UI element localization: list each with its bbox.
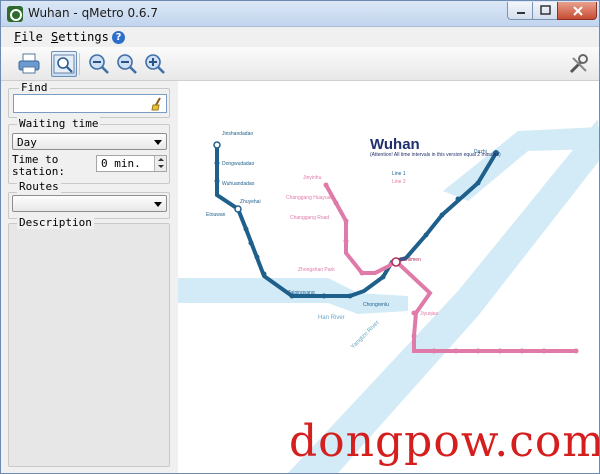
line2-station[interactable] — [475, 348, 481, 354]
station-label: Dongwudadao — [222, 161, 254, 167]
description-group — [8, 223, 170, 467]
station-label: Jinyinhu — [303, 175, 322, 181]
station-label: Zhuyehai — [240, 199, 261, 205]
station-label: Wuhuandadao — [222, 181, 255, 187]
line1-station[interactable] — [248, 240, 254, 246]
title-bar[interactable]: Wuhan - qMetro 0.6.7 — [1, 1, 599, 27]
line1-station[interactable] — [423, 232, 429, 238]
station-label: Etouwan — [206, 212, 226, 218]
station-label: Zhongshan Park — [298, 267, 335, 273]
help-icon[interactable]: ? — [112, 31, 125, 44]
line1-station[interactable] — [234, 205, 242, 213]
station-label: Chongrenlu — [363, 302, 389, 308]
routes-label: Routes — [17, 180, 61, 193]
menu-file-label: ile — [21, 30, 43, 44]
close-button[interactable] — [557, 2, 597, 20]
time-to-station-spinbox[interactable]: 0 min. — [96, 155, 167, 172]
station-label: Jinshandadao — [222, 131, 253, 137]
zoom-fit-icon — [53, 54, 75, 74]
waiting-time-value: Day — [17, 136, 37, 149]
map-title: Wuhan — [370, 136, 420, 153]
line1-station[interactable] — [321, 293, 327, 299]
toolbar — [1, 47, 599, 81]
line1-station[interactable] — [380, 274, 386, 280]
interchange-station[interactable] — [391, 257, 401, 267]
station-label: Jiyuqiao — [420, 311, 439, 317]
description-label: Description — [17, 216, 94, 229]
menu-bar: File Settings ? — [1, 28, 599, 47]
routes-select[interactable] — [12, 195, 167, 212]
watermark-text: dongpow.com — [289, 416, 599, 467]
left-panel: Find Waiting time Day Time to station: 0… — [8, 81, 174, 469]
line1-station[interactable] — [261, 271, 267, 277]
waiting-time-label: Waiting time — [17, 117, 101, 130]
line2-station[interactable] — [343, 238, 349, 244]
settings-tools-button[interactable] — [566, 51, 592, 77]
line2-terminal-station[interactable] — [573, 348, 579, 354]
station-label: Xunlimen — [400, 257, 421, 263]
zoom-in-button[interactable] — [142, 51, 168, 77]
station-label: Taipingyang — [288, 290, 315, 296]
station-label: Changgang Huayuan — [286, 195, 333, 201]
window-title: Wuhan - qMetro 0.6.7 — [28, 6, 158, 20]
chevron-down-icon — [154, 202, 162, 207]
line1-station[interactable] — [214, 160, 220, 166]
time-to-station-value: 0 min. — [101, 157, 141, 170]
line2-station[interactable] — [497, 348, 503, 354]
line1-station[interactable] — [347, 293, 353, 299]
line2-station[interactable] — [453, 348, 459, 354]
line1-station[interactable] — [214, 178, 220, 184]
menu-file[interactable]: File — [14, 30, 43, 44]
app-logo-icon — [7, 6, 23, 22]
minimize-icon — [517, 12, 525, 14]
line1-station[interactable] — [455, 196, 461, 202]
zoom-out-icon — [89, 54, 109, 74]
line2-station[interactable] — [411, 310, 417, 316]
line1-track — [215, 145, 498, 298]
close-icon — [573, 6, 583, 16]
line1-station[interactable] — [475, 180, 481, 186]
settings-tools-icon — [569, 54, 588, 74]
zoom-out-button[interactable] — [86, 51, 112, 77]
waiting-time-select[interactable]: Day — [12, 133, 167, 150]
zoom-minus-button[interactable] — [114, 51, 140, 77]
line1-station[interactable] — [243, 226, 249, 232]
maximize-button[interactable] — [532, 2, 558, 20]
line2-station[interactable] — [359, 270, 365, 276]
line2-station[interactable] — [333, 200, 339, 206]
chevron-down-icon — [154, 140, 162, 145]
line2-station[interactable] — [519, 348, 525, 354]
zoom-minus-icon — [117, 54, 137, 74]
line2-station[interactable] — [323, 182, 329, 188]
line1-station[interactable] — [254, 254, 260, 260]
line2-station[interactable] — [541, 348, 547, 354]
menu-settings[interactable]: Settings — [51, 30, 109, 44]
metro-map-view[interactable]: Jinshandadao Dongwudadao Wuhuandadao Zhu… — [178, 81, 599, 473]
legend-line2: Line 2 — [392, 179, 406, 185]
legend-line1: Line 1 — [392, 171, 406, 177]
clear-broom-icon[interactable] — [151, 97, 163, 111]
line2-station[interactable] — [411, 333, 417, 339]
map-subtitle: (Attention! All time intervals in this v… — [370, 152, 501, 158]
line1-station[interactable] — [439, 212, 445, 218]
app-window: Wuhan - qMetro 0.6.7 File Settings ? Fin… — [0, 0, 600, 474]
spin-down-icon[interactable] — [154, 163, 166, 171]
zoom-in-icon — [145, 54, 165, 74]
print-button[interactable] — [16, 51, 42, 77]
han-river-label: Han River — [318, 315, 345, 321]
time-to-station-label-2: station: — [12, 165, 65, 178]
line1-terminal-station[interactable] — [213, 141, 221, 149]
toolbar-separator — [79, 53, 80, 75]
find-label: Find — [19, 81, 50, 94]
menu-settings-label: ettings — [58, 30, 109, 44]
line2-station[interactable] — [343, 218, 349, 224]
find-input[interactable] — [13, 94, 167, 113]
maximize-icon — [540, 5, 551, 15]
line2-station[interactable] — [431, 348, 437, 354]
yangtze-river-label: Yangtze River — [350, 320, 381, 351]
print-icon — [18, 53, 40, 74]
zoom-fit-button[interactable] — [51, 51, 77, 77]
station-label: Changgang Road — [290, 215, 329, 221]
minimize-button[interactable] — [507, 2, 533, 20]
